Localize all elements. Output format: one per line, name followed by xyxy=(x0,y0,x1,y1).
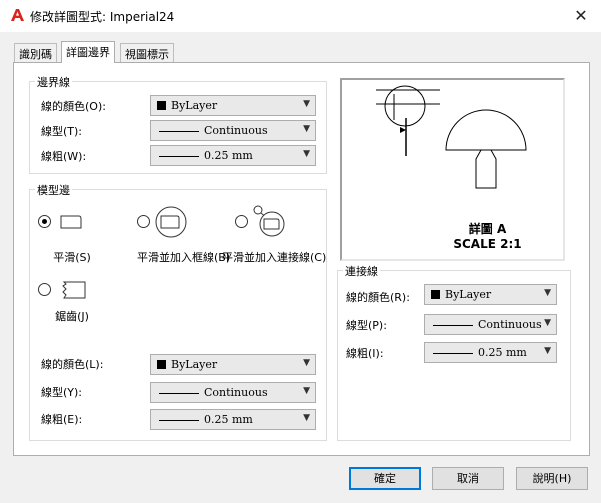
smooth-with-connection-icon xyxy=(253,205,285,237)
connection-lineweight-select[interactable]: 0.25 mm ▼ xyxy=(424,342,557,363)
connection-group-title: 連接線 xyxy=(343,263,380,279)
smooth-with-connection-label: 平滑並加入連接線(C) xyxy=(222,251,327,264)
preview-scale-label: SCALE 2:1 xyxy=(453,237,522,251)
line-sample-icon xyxy=(159,393,199,394)
jagged-label: 鋸齒(J) xyxy=(55,310,89,323)
preview-pane: 詳圖 A SCALE 2:1 xyxy=(340,78,565,261)
connection-linetype-select[interactable]: Continuous ▼ xyxy=(424,314,557,335)
model-edge-color-select[interactable]: ByLayer ▼ xyxy=(150,354,316,375)
color-swatch-icon xyxy=(157,360,166,369)
line-sample-icon xyxy=(159,131,199,132)
smooth-radio[interactable] xyxy=(38,215,51,228)
boundary-linetype-label: 線型(T): xyxy=(41,125,83,138)
color-swatch-icon xyxy=(157,101,166,110)
chevron-down-icon: ▼ xyxy=(544,288,551,298)
chevron-down-icon: ▼ xyxy=(303,358,310,368)
line-sample-icon xyxy=(433,325,473,326)
chevron-down-icon: ▼ xyxy=(303,124,310,134)
boundary-group-title: 邊界線 xyxy=(35,74,72,90)
model-edge-group-title: 模型邊 xyxy=(35,182,72,198)
color-swatch-icon xyxy=(431,290,440,299)
model-edge-lineweight-select[interactable]: 0.25 mm ▼ xyxy=(150,409,316,430)
connection-color-select[interactable]: ByLayer ▼ xyxy=(424,284,557,305)
boundary-lineweight-select[interactable]: 0.25 mm ▼ xyxy=(150,145,316,166)
smooth-edge-icon xyxy=(60,215,82,229)
chevron-down-icon: ▼ xyxy=(303,99,310,109)
line-sample-icon xyxy=(433,353,473,354)
smooth-label: 平滑(S) xyxy=(53,251,91,264)
connection-lineweight-label: 線粗(I): xyxy=(346,347,384,360)
cancel-button[interactable]: 取消 xyxy=(432,467,504,490)
line-sample-icon xyxy=(159,156,199,157)
chevron-down-icon: ▼ xyxy=(544,318,551,328)
chevron-down-icon: ▼ xyxy=(303,386,310,396)
tab-identifier[interactable]: 識別碼 xyxy=(14,43,57,62)
boundary-linetype-select[interactable]: Continuous ▼ xyxy=(150,120,316,141)
model-edge-linetype-select[interactable]: Continuous ▼ xyxy=(150,382,316,403)
smooth-with-border-icon xyxy=(155,206,187,238)
tab-view-label[interactable]: 視圖標示 xyxy=(120,43,174,62)
smooth-with-connection-radio[interactable] xyxy=(235,215,248,228)
chevron-down-icon: ▼ xyxy=(303,413,310,423)
chevron-down-icon: ▼ xyxy=(544,346,551,356)
line-sample-icon xyxy=(159,420,199,421)
connection-linetype-label: 線型(P): xyxy=(346,319,387,332)
model-edge-color-label: 線的顏色(L): xyxy=(41,358,104,371)
ok-button[interactable]: 確定 xyxy=(349,467,421,490)
boundary-color-select[interactable]: ByLayer ▼ xyxy=(150,95,316,116)
chevron-down-icon: ▼ xyxy=(303,149,310,159)
boundary-color-label: 線的顏色(O): xyxy=(41,100,106,113)
jagged-edge-icon xyxy=(62,281,86,299)
jagged-radio[interactable] xyxy=(38,283,51,296)
autocad-app-icon xyxy=(11,9,24,21)
boundary-lineweight-label: 線粗(W): xyxy=(41,150,87,163)
window-title: 修改詳圖型式: Imperial24 xyxy=(30,10,175,24)
close-button[interactable]: ✕ xyxy=(566,4,596,28)
tab-detail-boundary[interactable]: 詳圖邊界 xyxy=(61,41,115,63)
model-edge-linetype-label: 線型(Y): xyxy=(41,386,83,399)
connection-color-label: 線的顏色(R): xyxy=(346,291,410,304)
smooth-with-border-radio[interactable] xyxy=(137,215,150,228)
help-button[interactable]: 說明(H) xyxy=(516,467,588,490)
model-edge-lineweight-label: 線粗(E): xyxy=(41,413,83,426)
smooth-with-border-label: 平滑並加入框線(B) xyxy=(137,251,231,264)
preview-detail-label: 詳圖 A xyxy=(468,222,507,236)
